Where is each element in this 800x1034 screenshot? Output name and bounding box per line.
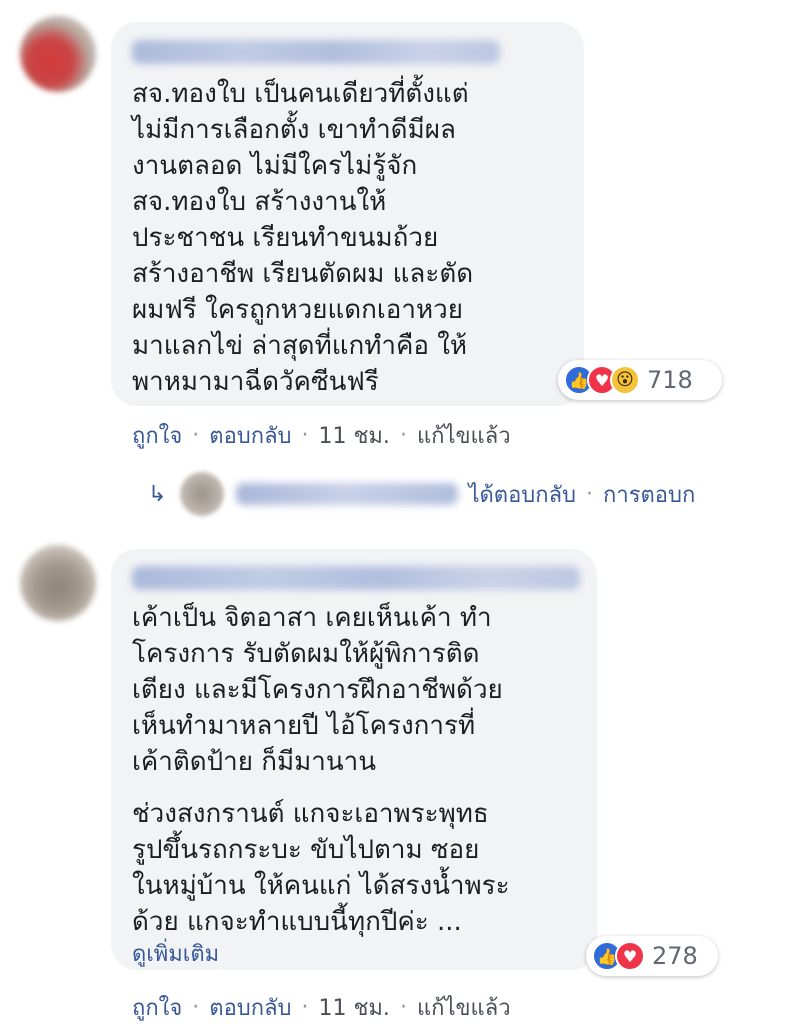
commenter-name-redacted[interactable] [132, 566, 580, 590]
reaction-count: 278 [652, 942, 698, 970]
reply-button[interactable]: ตอบกลับ [209, 990, 291, 1025]
separator: · [586, 481, 594, 507]
separator: · [192, 423, 200, 448]
separator: · [399, 995, 407, 1020]
like-button[interactable]: ถูกใจ [132, 990, 182, 1025]
replier-name-redacted [236, 483, 459, 505]
edited-label[interactable]: แก้ไขแล้ว [417, 418, 511, 453]
reaction-summary[interactable]: 👍 ♥ 😮 718 [558, 360, 722, 400]
comment-actions: ถูกใจ · ตอบกลับ · 11 ชม. · แก้ไขแล้ว [132, 418, 511, 453]
reply-arrow-icon: ↳ [148, 481, 167, 507]
replied-label: ได้ตอบกลับ [468, 482, 577, 508]
commenter-name-redacted[interactable] [132, 40, 500, 64]
timestamp[interactable]: 11 ชม. [319, 418, 390, 453]
commenter-avatar[interactable] [20, 545, 96, 621]
see-more-link[interactable]: ดูเพิ่มเติม [132, 936, 219, 971]
comment-text-paragraph: เค้าเป็น จิตอาสา เคยเห็นเค้า ทำ โครงการ … [132, 603, 503, 777]
wow-icon: 😮 [610, 365, 640, 395]
reaction-count: 718 [647, 366, 693, 394]
reply-button[interactable]: ตอบกลับ [209, 418, 291, 453]
replies-count-label: การตอบก [603, 482, 696, 508]
reply-summary[interactable]: ↳ ได้ตอบกลับ · การตอบก [148, 472, 695, 516]
comment-actions: ถูกใจ · ตอบกลับ · 11 ชม. · แก้ไขแล้ว [132, 990, 511, 1025]
separator: · [192, 995, 200, 1020]
separator: · [399, 423, 407, 448]
comment-text-paragraph: ช่วงสงกรานต์ แกจะเอาพระพุทธ รูปขึ้นรถกระ… [132, 799, 510, 937]
replier-avatar [180, 472, 225, 516]
comment-text: สจ.ทองใบ เป็นคนเดียวที่ตั้งแต่ ไม่มีการเ… [132, 79, 474, 397]
commenter-avatar[interactable] [20, 16, 96, 92]
reaction-summary[interactable]: 👍 ♥ 278 [586, 936, 718, 976]
like-button[interactable]: ถูกใจ [132, 418, 182, 453]
love-icon: ♥ [615, 941, 645, 971]
timestamp[interactable]: 11 ชม. [319, 990, 390, 1025]
separator: · [301, 995, 309, 1020]
edited-label[interactable]: แก้ไขแล้ว [417, 990, 511, 1025]
separator: · [301, 423, 309, 448]
